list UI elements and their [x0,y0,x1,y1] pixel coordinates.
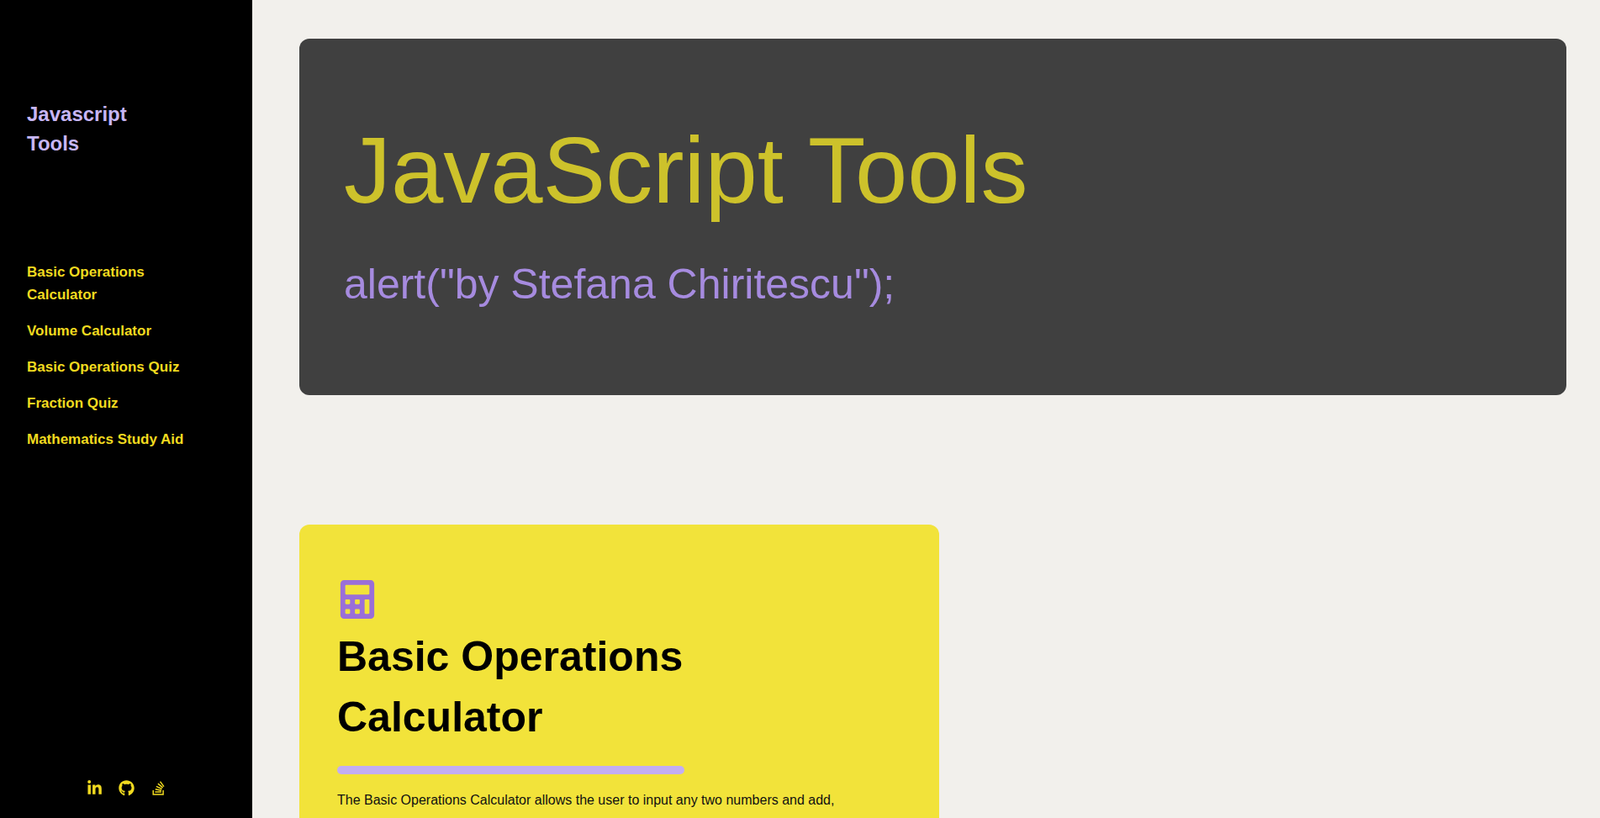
tool-card[interactable]: Basic Operations Calculator The Basic Ope… [299,524,940,818]
card-description: The Basic Operations Calculator allows t… [337,791,902,810]
linkedin-link[interactable] [85,779,103,797]
hero-panel: JavaScript Tools alert("by Stefana Chirit… [299,38,1567,396]
sidebar: Javascript Tools Basic Operations Calcula… [0,0,253,818]
sidebar-item[interactable]: Fraction Quiz [26,391,217,415]
linkedin-icon [86,780,103,797]
social-links [26,779,236,797]
sidebar-title[interactable]: Javascript Tools [26,99,154,159]
sidebar-item[interactable]: Basic Operations Calculator [26,260,217,307]
sidebar-nav: Basic Operations Calculator Volume Calcul… [26,260,217,451]
stackoverflow-icon [150,780,167,797]
sidebar-item[interactable]: Basic Operations Quiz [26,355,217,379]
stackoverflow-link[interactable] [149,779,167,797]
github-link[interactable] [117,779,135,797]
github-icon [118,780,135,797]
hero-subtitle: alert("by Stefana Chiritescu"); [343,258,1533,310]
card-divider [337,765,685,775]
hero-title: JavaScript Tools [343,118,1533,222]
sidebar-item[interactable]: Mathematics Study Aid [26,427,217,451]
calculator-icon [337,579,378,620]
card-title: Basic Operations Calculator [337,626,859,748]
page: Javascript Tools Basic Operations Calcula… [0,0,1600,818]
sidebar-item[interactable]: Volume Calculator [26,319,217,343]
main-content: JavaScript Tools alert("by Stefana Chirit… [252,0,1600,818]
